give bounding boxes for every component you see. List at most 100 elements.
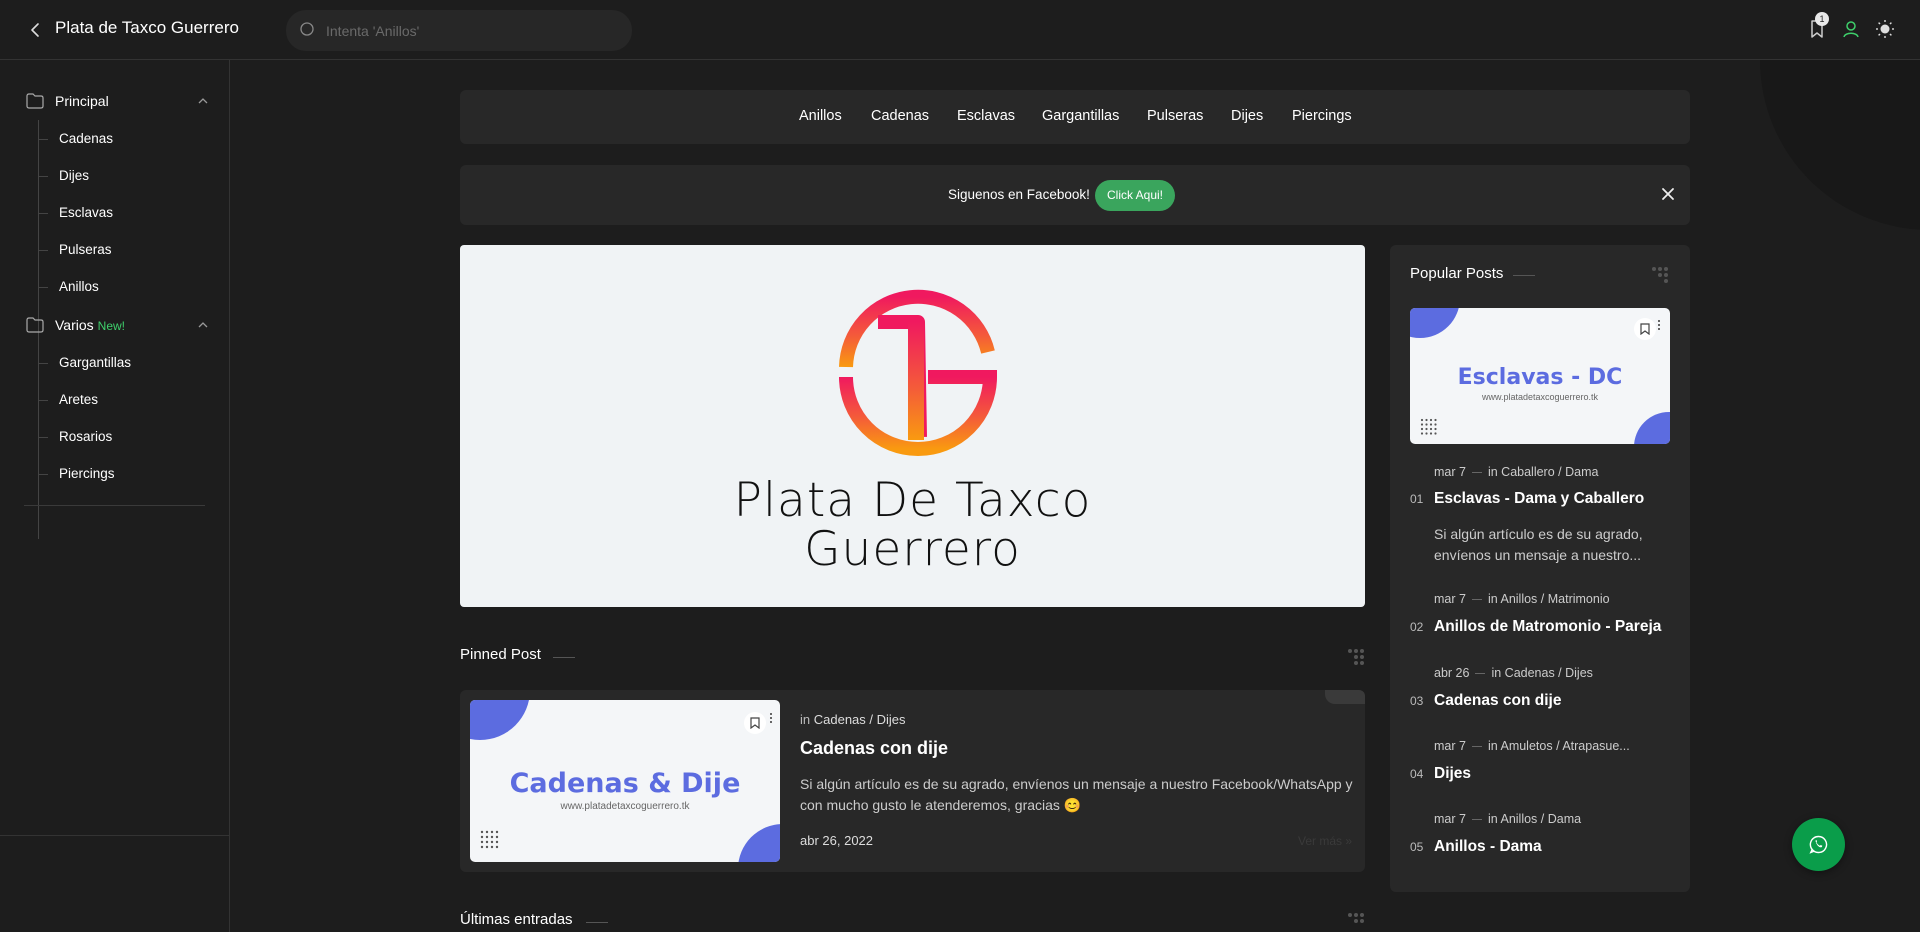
thumb-url: www.platadetaxcoguerrero.tk [1481,392,1599,402]
tree-line [38,344,39,539]
pinned-post-description: Si algún artículo es de su agrado, envíe… [800,776,1353,813]
sidebar-item-label: Piercings [59,466,115,481]
save-bookmark-button[interactable] [1634,318,1656,340]
popular-item-number: 04 [1410,767,1424,781]
sidebar-item-label: Anillos [59,279,99,294]
popular-item-title[interactable]: Anillos - Dama [1434,838,1542,856]
sidebar-section-label: Varios New! [55,317,125,333]
background-decoration [1760,60,1920,230]
theme-toggle-button[interactable] [1874,18,1896,40]
nav-item-anillos[interactable]: Anillos [799,108,842,124]
facebook-click-button[interactable]: Click Aqui! [1095,180,1175,211]
popular-item-title[interactable]: Esclavas - Dama y Caballero [1434,490,1644,508]
pinned-post-date: abr 26, 2022 [800,833,874,848]
popular-item-date: mar 7 [1434,739,1466,753]
whatsapp-icon [1809,835,1828,854]
account-button[interactable] [1840,18,1862,40]
nav-item-dijes[interactable]: Dijes [1231,108,1263,124]
theme-toggle-icon [1876,20,1894,38]
bookmark-count-badge: 1 [1815,12,1829,26]
new-badge: New! [97,319,125,333]
folder-icon [26,317,44,333]
folder-icon [26,93,44,109]
popular-item-meta: mar 7 in Anillos / Matrimonio [1434,592,1610,606]
sidebar-bottom-divider [0,835,230,836]
more-options-button[interactable] [1658,320,1662,332]
popular-item-category[interactable]: Anillos / Matrimonio [1500,592,1609,606]
thumb-decoration [470,700,530,740]
hero-banner[interactable]: Plata De Taxco Guerrero [460,245,1365,607]
grip-icon[interactable] [1346,911,1366,931]
popular-item-number: 03 [1410,694,1424,708]
pinned-section-title: Pinned Post [460,646,541,663]
popular-section-title: Popular Posts [1410,265,1504,282]
nav-item-cadenas[interactable]: Cadenas [871,108,929,124]
popular-post-thumbnail[interactable]: Esclavas - DC www.platadetaxcoguerrero.t… [1410,308,1670,444]
popular-item-title[interactable]: Dijes [1434,765,1471,783]
popular-item-title[interactable]: Anillos de Matromonio - Pareja [1434,618,1661,636]
popular-item-category[interactable]: Amuletos / Atrapasue... [1500,739,1629,753]
read-more-link[interactable]: Ver más » [1298,834,1352,848]
facebook-notice-bar: Siguenos en Facebook! Click Aqui! [460,165,1690,225]
section-dash [586,922,608,923]
site-title[interactable]: Plata de Taxco Guerrero [55,18,239,38]
pinned-post-thumbnail[interactable]: Cadenas & Dije www.platadetaxcoguerrero.… [470,700,780,862]
grip-icon[interactable] [1650,265,1670,285]
in-label: in [1491,666,1502,680]
popular-item-meta: mar 7 in Anillos / Dama [1434,812,1581,826]
popular-item-date: mar 7 [1434,465,1466,479]
nav-item-esclavas[interactable]: Esclavas [957,108,1015,124]
thumb-decoration [1634,412,1670,444]
back-icon [31,23,39,37]
post-category-link[interactable]: Cadenas / Dijes [814,712,906,727]
sidebar-section-name: Varios [55,317,94,333]
grip-icon[interactable] [1346,647,1366,667]
nav-item-gargantillas[interactable]: Gargantillas [1042,108,1119,124]
in-label: in [1487,739,1498,753]
pinned-post-title[interactable]: Cadenas con dije [800,738,948,759]
chevron-up-icon [198,322,208,328]
dots-icon [480,830,499,849]
sidebar-item-label: Rosarios [59,429,113,444]
nav-item-pulseras[interactable]: Pulseras [1147,108,1203,124]
in-label: in [1487,592,1498,606]
section-dash [1513,275,1535,276]
thumb-decoration [1410,308,1460,338]
thumb-decoration [738,824,780,862]
sidebar-section-principal[interactable]: Principal [24,90,209,114]
popular-item-meta: mar 7 in Amuletos / Atrapasue... [1434,739,1630,753]
pinned-tab [1325,690,1365,704]
in-label: in [1487,465,1498,479]
popular-item-date: mar 7 [1434,592,1466,606]
popular-item-category[interactable]: Anillos / Dama [1500,812,1581,826]
popular-posts-widget: Popular Posts Esclavas - DC www.platadet… [1390,245,1690,892]
save-bookmark-button[interactable] [744,712,766,734]
ptg-logo [839,289,998,456]
popular-item-title[interactable]: Cadenas con dije [1434,692,1561,710]
thumb-title: Esclavas - DC [1457,365,1623,390]
whatsapp-button[interactable] [1792,818,1845,871]
sidebar-item-label: Esclavas [59,205,114,220]
search-bar[interactable] [286,10,632,51]
facebook-notice-text: Siguenos en Facebook! [948,187,1090,202]
close-icon[interactable] [1660,186,1676,202]
popular-item-category[interactable]: Caballero / Dama [1501,465,1598,479]
sidebar: Principal Cadenas Dijes Esclavas Pulsera… [0,60,230,932]
top-header: Plata de Taxco Guerrero 1 [0,0,1920,60]
popular-item-number: 01 [1410,492,1424,506]
bookmark-icon [1640,323,1650,335]
pinned-post-card[interactable]: Cadenas & Dije www.platadetaxcoguerrero.… [460,690,1365,872]
nav-item-piercings[interactable]: Piercings [1292,108,1352,124]
popular-item-category[interactable]: Cadenas / Dijes [1505,666,1593,680]
chevron-up-icon [198,98,208,104]
category-nav: Anillos Cadenas Esclavas Gargantillas Pu… [460,90,1690,144]
section-dash [553,657,575,658]
back-button[interactable] [24,19,46,41]
dots-icon [1420,418,1437,435]
sidebar-section-label: Principal [55,93,109,109]
bookmark-icon [750,717,760,729]
sidebar-section-varios[interactable]: Varios New! [24,314,209,338]
more-options-button[interactable] [770,713,774,725]
popular-item-date: mar 7 [1434,812,1466,826]
search-input[interactable] [326,10,616,51]
